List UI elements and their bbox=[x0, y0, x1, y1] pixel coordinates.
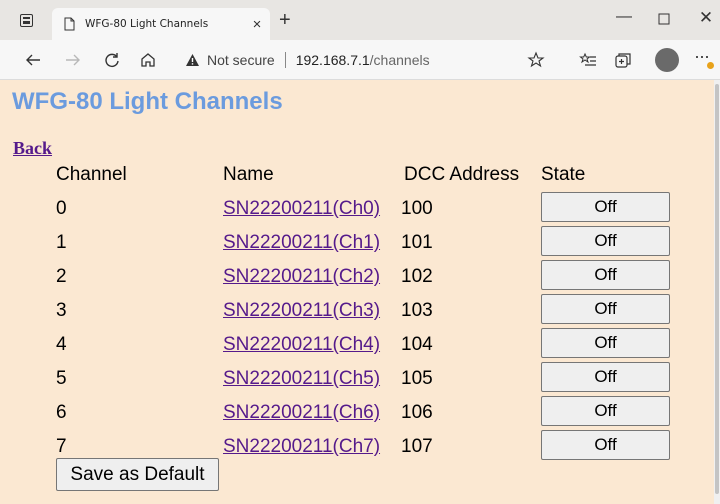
browser-toolbar: Not secure 192.168.7.1/channels ··· bbox=[0, 40, 720, 80]
state-toggle-button[interactable]: Off bbox=[541, 362, 670, 392]
page-title: WFG-80 Light Channels bbox=[12, 88, 283, 115]
new-tab-button[interactable]: + bbox=[279, 10, 291, 30]
maximize-button[interactable] bbox=[644, 8, 684, 30]
tab-title: WFG-80 Light Channels bbox=[85, 18, 209, 30]
favorite-star-icon[interactable] bbox=[527, 51, 545, 69]
page-scrollbar[interactable] bbox=[714, 80, 720, 504]
browser-titlebar: WFG-80 Light Channels × + — ✕ bbox=[0, 0, 720, 40]
url-host: 192.168.7.1 bbox=[295, 52, 370, 68]
channel-name-link[interactable]: SN22200211(Ch2) bbox=[223, 266, 380, 288]
tab-close-icon[interactable]: × bbox=[244, 16, 270, 33]
state-toggle-button[interactable]: Off bbox=[541, 328, 670, 358]
close-window-button[interactable]: ✕ bbox=[686, 8, 720, 30]
state-toggle-button[interactable]: Off bbox=[541, 226, 670, 256]
browser-tab[interactable]: WFG-80 Light Channels × bbox=[52, 8, 270, 40]
dcc-address: 106 bbox=[401, 402, 433, 423]
dcc-address: 105 bbox=[401, 368, 433, 389]
forward-arrow-icon[interactable] bbox=[64, 51, 82, 69]
notification-dot bbox=[707, 62, 714, 69]
channel-number: 5 bbox=[56, 368, 67, 389]
address-bar[interactable]: Not secure 192.168.7.1/channels bbox=[175, 45, 565, 75]
channel-name-link[interactable]: SN22200211(Ch5) bbox=[223, 368, 380, 390]
channel-name-link[interactable]: SN22200211(Ch3) bbox=[223, 300, 380, 322]
minimize-button[interactable]: — bbox=[604, 8, 644, 30]
state-toggle-button[interactable]: Off bbox=[541, 294, 670, 324]
column-header-channel: Channel bbox=[56, 164, 127, 185]
save-as-default-button[interactable]: Save as Default bbox=[56, 458, 219, 491]
channel-name-link[interactable]: SN22200211(Ch4) bbox=[223, 334, 380, 356]
back-arrow-icon[interactable] bbox=[24, 51, 42, 69]
channel-name-link[interactable]: SN22200211(Ch7) bbox=[223, 436, 380, 458]
url-text[interactable]: 192.168.7.1/channels bbox=[296, 52, 430, 68]
column-header-dcc-address: DCC Address bbox=[404, 164, 520, 185]
column-header-state: State bbox=[541, 164, 586, 185]
dcc-address: 101 bbox=[401, 232, 433, 253]
back-link[interactable]: Back bbox=[13, 138, 52, 159]
page-content: WFG-80 Light Channels Back Channel Name … bbox=[0, 80, 714, 504]
dcc-address: 103 bbox=[401, 300, 433, 321]
dcc-address: 102 bbox=[401, 266, 433, 287]
page-icon bbox=[64, 17, 75, 31]
channel-name-link[interactable]: SN22200211(Ch0) bbox=[223, 198, 380, 220]
channel-number: 0 bbox=[56, 198, 67, 219]
dcc-address: 100 bbox=[401, 198, 433, 219]
state-toggle-button[interactable]: Off bbox=[541, 396, 670, 426]
channel-number: 7 bbox=[56, 436, 67, 457]
warning-icon[interactable] bbox=[185, 53, 200, 67]
channel-name-link[interactable]: SN22200211(Ch1) bbox=[223, 232, 380, 254]
column-header-name: Name bbox=[223, 164, 274, 185]
dcc-address: 107 bbox=[401, 436, 433, 457]
channel-name-link[interactable]: SN22200211(Ch6) bbox=[223, 402, 380, 424]
favorites-list-icon[interactable] bbox=[579, 51, 597, 69]
security-label[interactable]: Not secure bbox=[207, 52, 275, 68]
state-toggle-button[interactable]: Off bbox=[541, 260, 670, 290]
refresh-icon[interactable] bbox=[103, 51, 121, 69]
address-divider bbox=[284, 52, 286, 68]
profile-avatar[interactable] bbox=[655, 48, 679, 72]
url-path: /channels bbox=[369, 52, 430, 68]
channel-number: 6 bbox=[56, 402, 67, 423]
channel-number: 1 bbox=[56, 232, 67, 253]
state-toggle-button[interactable]: Off bbox=[541, 192, 670, 222]
channel-number: 4 bbox=[56, 334, 67, 355]
window-menu-icon[interactable] bbox=[20, 14, 33, 27]
state-toggle-button[interactable]: Off bbox=[541, 430, 670, 460]
scrollbar-thumb[interactable] bbox=[715, 84, 719, 494]
dcc-address: 104 bbox=[401, 334, 433, 355]
collections-icon[interactable] bbox=[614, 51, 632, 69]
channel-number: 3 bbox=[56, 300, 67, 321]
home-icon[interactable] bbox=[139, 51, 157, 69]
channel-number: 2 bbox=[56, 266, 67, 287]
